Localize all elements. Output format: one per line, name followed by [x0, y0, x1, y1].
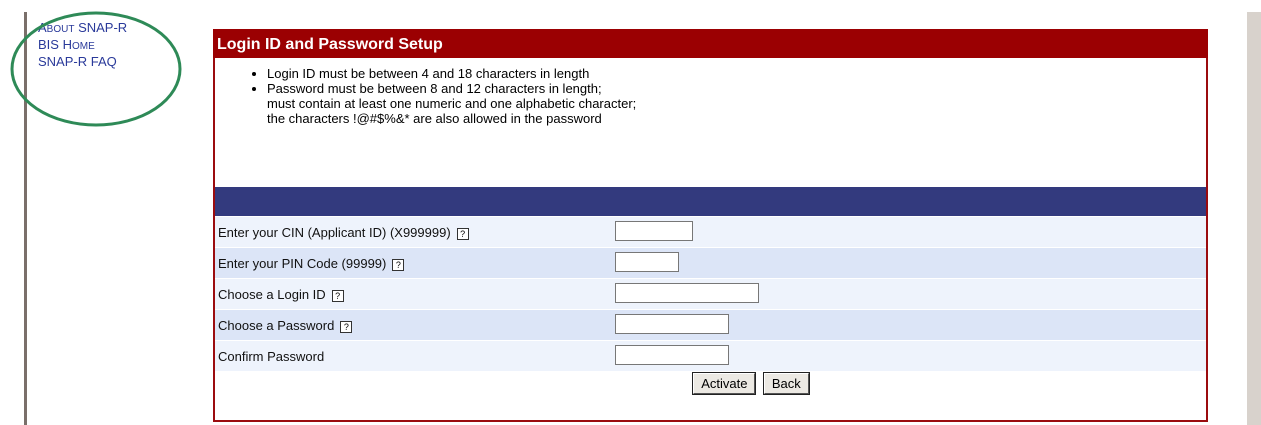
nav-bis-smallcaps: ome — [71, 41, 95, 52]
panel-title: Login ID and Password Setup — [213, 29, 1208, 58]
form-row-pin: Enter your PIN Code (99999)? — [215, 248, 1206, 279]
rule-text: the characters !@#$%&* are also allowed … — [267, 111, 602, 126]
form-row-login-id: Choose a Login ID? — [215, 279, 1206, 310]
confirm-password-label: Confirm Password — [218, 349, 325, 364]
confirm-password-input[interactable] — [615, 345, 729, 365]
rule-text: Login ID must be between 4 and 18 charac… — [267, 66, 590, 81]
help-icon[interactable]: ? — [456, 227, 469, 240]
rule-text: Password must be between 8 and 12 charac… — [267, 81, 602, 96]
help-icon[interactable]: ? — [340, 320, 353, 333]
form-actions: Activate Back — [215, 372, 1206, 395]
rule-text: must contain at least one numeric and on… — [267, 96, 637, 111]
nav-link-bis-home[interactable]: BIS Home — [38, 37, 127, 54]
cin-input[interactable] — [615, 221, 693, 241]
nav-bis-initial: BIS H — [38, 37, 72, 52]
nav-about-suffix: SNAP-R — [78, 20, 128, 35]
section-divider-band — [215, 187, 1206, 216]
left-divider — [24, 12, 27, 425]
rule-password: Password must be between 8 and 12 charac… — [267, 81, 1206, 126]
nav-link-about[interactable]: About SNAP-R — [38, 20, 127, 37]
form-row-password: Choose a Password? — [215, 310, 1206, 341]
login-id-label-text: Choose a Login ID — [218, 287, 326, 302]
nav-about-smallcaps: bout — [46, 24, 75, 35]
activate-button[interactable]: Activate — [692, 372, 757, 395]
pin-label: Enter your PIN Code (99999)? — [218, 256, 405, 271]
setup-form: Enter your CIN (Applicant ID) (X999999)?… — [215, 217, 1206, 372]
rule-login-length: Login ID must be between 4 and 18 charac… — [267, 66, 1206, 81]
form-row-confirm-password: Confirm Password — [215, 341, 1206, 372]
nav-about-initial: A — [38, 20, 47, 35]
login-id-input[interactable] — [615, 283, 759, 303]
nav-link-faq[interactable]: SNAP-R FAQ — [38, 54, 127, 69]
setup-panel: Login ID and Password Setup Login ID mus… — [213, 29, 1208, 422]
help-icon[interactable]: ? — [331, 289, 344, 302]
requirements-list: Login ID must be between 4 and 18 charac… — [215, 66, 1206, 126]
cin-label: Enter your CIN (Applicant ID) (X999999)? — [218, 225, 469, 240]
back-button[interactable]: Back — [762, 372, 810, 395]
cin-label-text: Enter your CIN (Applicant ID) (X999999) — [218, 225, 451, 240]
pin-label-text: Enter your PIN Code (99999) — [218, 256, 387, 271]
pin-input[interactable] — [615, 252, 679, 272]
password-label: Choose a Password? — [218, 318, 353, 333]
password-label-text: Choose a Password — [218, 318, 335, 333]
form-row-cin: Enter your CIN (Applicant ID) (X999999)? — [215, 217, 1206, 248]
help-icon[interactable]: ? — [392, 258, 405, 271]
login-id-label: Choose a Login ID? — [218, 287, 344, 302]
password-input[interactable] — [615, 314, 729, 334]
right-scroll-gutter — [1247, 12, 1261, 425]
side-nav: About SNAP-R BIS Home SNAP-R FAQ — [38, 20, 127, 69]
